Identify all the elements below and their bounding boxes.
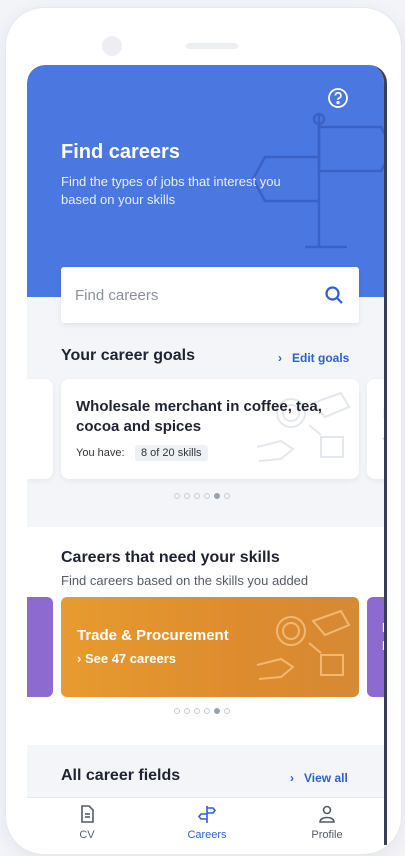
view-all-link[interactable]: › View all	[290, 771, 348, 785]
goal-card-previous[interactable]	[27, 379, 53, 479]
help-icon[interactable]	[327, 87, 349, 109]
pagination-dot-active[interactable]	[214, 708, 220, 714]
career-field-title: Trade & Procurement	[77, 627, 229, 644]
pagination-dot[interactable]	[224, 708, 230, 714]
search-icon[interactable]	[323, 284, 345, 306]
pagination-dot[interactable]	[204, 708, 210, 714]
pagination-dot[interactable]	[184, 708, 190, 714]
next-card-text-fragment: Y	[383, 437, 384, 449]
pagination-dot-active[interactable]	[214, 493, 220, 499]
skills-pagination	[174, 708, 230, 714]
person-icon	[319, 805, 335, 823]
tab-label: Profile	[311, 829, 343, 841]
see-careers-link[interactable]: › See 47 careers	[77, 651, 176, 666]
app-screen: Find careers Find the types of jobs that…	[27, 65, 387, 845]
goal-card-title: Wholesale merchant in coffee, tea, cocoa…	[76, 398, 322, 435]
all-fields-heading: All career fields	[61, 767, 181, 784]
pagination-dot[interactable]	[194, 708, 200, 714]
career-field-card-previous[interactable]	[27, 597, 53, 697]
next-card-title-fragment: R	[383, 405, 384, 421]
document-icon	[81, 805, 94, 823]
chevron-right-icon: ›	[77, 651, 85, 666]
phone-frame: Find careers Find the types of jobs that…	[6, 8, 401, 854]
skills-careers-heading: Careers that need your skills	[61, 549, 280, 566]
skills-careers-subtitle: Find careers based on the skills you add…	[61, 573, 309, 588]
goals-pagination	[174, 493, 230, 499]
pagination-dot[interactable]	[194, 493, 200, 499]
pagination-dot[interactable]	[174, 493, 180, 499]
page-title: Find careers	[61, 141, 180, 163]
edit-goals-label: Edit goals	[292, 351, 350, 365]
edit-goals-link[interactable]: › Edit goals	[278, 351, 349, 365]
see-careers-label: See 47 careers	[84, 651, 177, 666]
chevron-right-icon: ›	[290, 771, 294, 785]
pagination-dot[interactable]	[204, 493, 210, 499]
tab-label: Careers	[187, 829, 227, 841]
hero-banner: Find careers Find the types of jobs that…	[27, 65, 384, 297]
next-card-title-fragment: B M	[382, 619, 384, 655]
speaker	[186, 43, 238, 49]
career-field-card[interactable]: Trade & Procurement › See 47 careers	[61, 597, 359, 697]
camera	[102, 36, 122, 56]
tab-profile[interactable]: Profile	[267, 798, 384, 845]
pagination-dot[interactable]	[184, 493, 190, 499]
goal-card[interactable]: Wholesale merchant in coffee, tea, cocoa…	[61, 379, 359, 479]
search-input[interactable]	[75, 283, 305, 307]
career-goals-heading: Your career goals	[61, 347, 195, 364]
skills-count-badge: 8 of 20 skills	[135, 445, 208, 461]
skills-have-label: You have:	[76, 447, 125, 459]
pagination-dot[interactable]	[224, 493, 230, 499]
chevron-right-icon: ›	[278, 351, 282, 365]
pagination-dot[interactable]	[174, 708, 180, 714]
view-all-label: View all	[304, 771, 348, 785]
search-box	[61, 267, 359, 323]
page-subtitle: Find the types of jobs that interest you…	[61, 174, 281, 207]
tab-careers[interactable]: Careers	[147, 798, 267, 845]
tab-label: CV	[79, 829, 95, 841]
tab-cv[interactable]: CV	[27, 798, 147, 845]
goal-card-next[interactable]: R Y	[367, 379, 384, 479]
career-field-card-next[interactable]: B M	[367, 597, 384, 697]
trade-illustration-icon	[256, 609, 351, 680]
bottom-tab-bar: CV Careers Profile	[27, 797, 384, 845]
signpost-icon	[197, 806, 217, 823]
